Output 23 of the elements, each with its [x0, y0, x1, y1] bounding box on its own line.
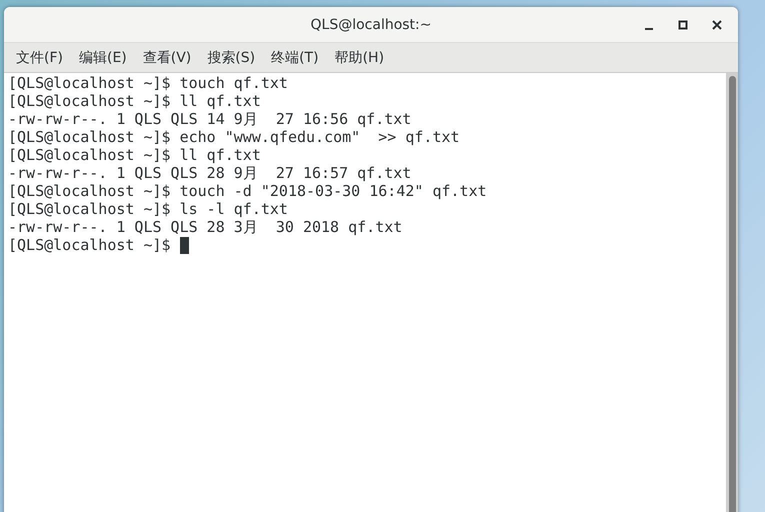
text-cursor: [180, 236, 189, 254]
window-title: QLS@localhost:~: [310, 16, 432, 32]
terminal-line: [QLS@localhost ~]$ touch -d "2018-03-30 16:42" qf.txt: [8, 182, 488, 200]
minimize-icon: [645, 28, 653, 30]
menu-item[interactable]: 帮助(H): [326, 48, 392, 66]
terminal-line: -rw-rw-r--. 1 QLS QLS 28 9月 27 16:57 qf.txt: [8, 164, 412, 182]
menu-item[interactable]: 搜索(S): [199, 48, 264, 66]
terminal-line: [QLS@localhost ~]$ touch qf.txt: [8, 74, 289, 92]
terminal-line: [QLS@localhost ~]$ ls -l qf.txt: [8, 200, 289, 218]
menu-item[interactable]: 文件(F): [8, 48, 71, 66]
menu-item[interactable]: 查看(V): [134, 48, 200, 66]
terminal-line: -rw-rw-r--. 1 QLS QLS 14 9月 27 16:56 qf.txt: [8, 110, 412, 128]
maximize-icon: [678, 20, 688, 30]
terminal-line: -rw-rw-r--. 1 QLS QLS 28 3月 30 2018 qf.txt: [8, 218, 404, 236]
shell-prompt: [QLS@localhost ~]$: [8, 236, 172, 254]
terminal-line: [QLS@localhost ~]$ ll qf.txt: [8, 146, 262, 164]
terminal-line: [QLS@localhost ~]$ echo "www.qfedu.com" >> qf.txt: [8, 128, 461, 146]
close-icon: [712, 20, 722, 30]
terminal-line: [QLS@localhost ~]$ ll qf.txt: [8, 92, 262, 110]
scrollbar-thumb[interactable]: [728, 76, 736, 512]
scrollbar[interactable]: [726, 73, 738, 512]
menu-item[interactable]: 编辑(E): [70, 48, 135, 66]
menu-item[interactable]: 终端(T): [263, 48, 327, 66]
